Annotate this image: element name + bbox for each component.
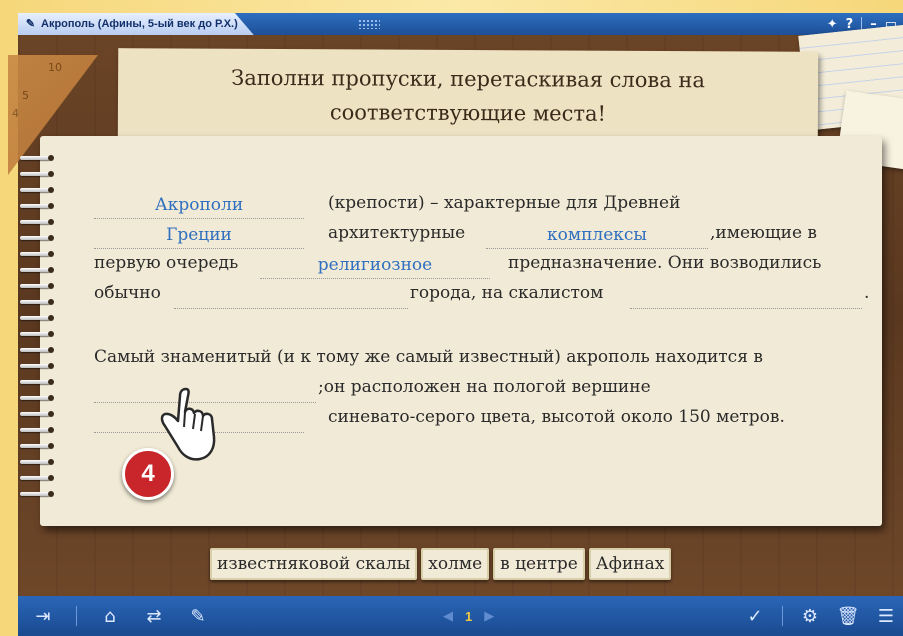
drop-slot[interactable]: [630, 282, 862, 309]
word-tile[interactable]: известняковой скалы: [210, 548, 418, 580]
spiral-ring: [20, 378, 54, 386]
step-number-badge: 4: [122, 448, 174, 500]
exit-icon[interactable]: ⇥: [32, 605, 54, 627]
spiral-ring: [20, 234, 54, 242]
spiral-ring: [20, 474, 54, 482]
ruler-mark: 5: [22, 89, 29, 102]
pager: ◀ 1 ▶: [443, 596, 494, 636]
check-icon[interactable]: ✓: [744, 605, 766, 627]
toolbar-right: ✓ ⚙ 🗑 ☰: [744, 596, 897, 636]
page-number: 1: [465, 608, 473, 624]
edit-window-icon: ✎: [25, 18, 36, 30]
drop-slot[interactable]: религиозное: [260, 252, 490, 279]
spiral-ring: [20, 314, 54, 322]
exercise-text: .: [864, 283, 870, 303]
bottom-toolbar: ⇥ ⌂ ⇄ ✎ ◀ 1 ▶ ✓ ⚙ 🗑 ☰: [18, 596, 903, 636]
word-tile[interactable]: холме: [421, 548, 490, 580]
window-title-tab: ✎ Акрополь (Афины, 5-ый век до Р.Х.): [18, 13, 254, 35]
spiral-ring: [20, 362, 54, 370]
word-bank: известняковой скалы холме в центре Афина…: [210, 548, 672, 580]
exercise-text: синевато-серого цвета, высотой около 150…: [328, 407, 785, 427]
drop-slot[interactable]: комплексы: [486, 222, 708, 249]
exercise-text: первую очередь: [94, 253, 239, 273]
toolbar-left: ⇥ ⌂ ⇄ ✎: [32, 596, 209, 636]
refresh-icon[interactable]: ⇄: [143, 605, 165, 627]
spiral-ring: [20, 410, 54, 418]
spiral-ring: [20, 490, 54, 498]
ruler-mark: 10: [48, 61, 62, 74]
next-page-icon[interactable]: ▶: [484, 608, 494, 624]
drop-slot[interactable]: [174, 282, 408, 309]
window-title: Акрополь (Афины, 5-ый век до Р.Х.): [41, 18, 238, 30]
spiral-ring: [20, 218, 54, 226]
ruler-mark: 4: [12, 107, 19, 120]
spiral-ring: [20, 282, 54, 290]
spiral-ring: [20, 458, 54, 466]
drop-slot[interactable]: Греции: [94, 222, 304, 249]
drag-grip-icon[interactable]: [358, 19, 380, 29]
spiral-ring: [20, 394, 54, 402]
spiral-ring: [20, 202, 54, 210]
notebook-spiral: [20, 154, 60, 514]
divider: [76, 606, 77, 626]
instruction-line: соответствующие места!: [329, 100, 607, 126]
settings-icon[interactable]: ⚙: [799, 605, 821, 627]
help-icon[interactable]: ?: [846, 17, 854, 32]
spiral-ring: [20, 426, 54, 434]
spiral-ring: [20, 186, 54, 194]
spiral-ring: [20, 346, 54, 354]
spiral-ring: [20, 170, 54, 178]
exercise-text: предназначение. Они возводились: [508, 253, 822, 273]
spiral-ring: [20, 442, 54, 450]
instruction-text: Заполни пропуски, перетаскивая слова на …: [118, 60, 818, 132]
exercise-text: Самый знаменитый (и к тому же самый изве…: [94, 347, 763, 367]
instruction-line: Заполни пропуски, перетаскивая слова на: [231, 65, 706, 93]
spiral-ring: [20, 250, 54, 258]
notes-icon[interactable]: ✎: [187, 605, 209, 627]
menu-icon[interactable]: ☰: [875, 605, 897, 627]
word-tile[interactable]: в центре: [493, 548, 585, 580]
exercise-text: архитектурные: [328, 223, 466, 243]
exercise-text: обычно: [94, 283, 161, 303]
spiral-ring: [20, 266, 54, 274]
trash-icon[interactable]: 🗑: [837, 605, 860, 627]
drop-slot[interactable]: Акрополи: [94, 192, 304, 219]
title-bar: ✎ Акрополь (Афины, 5-ый век до Р.Х.) ✦ ?…: [18, 13, 903, 35]
spiral-ring: [20, 330, 54, 338]
exercise-text: ;он расположен на пологой вершине: [318, 377, 651, 397]
home-icon[interactable]: ⌂: [99, 605, 121, 627]
pin-icon[interactable]: ✦: [827, 17, 838, 32]
spiral-ring: [20, 298, 54, 306]
exercise-text: (крепости) – характерные для Древней: [328, 193, 681, 213]
word-tile[interactable]: Афинах: [588, 548, 672, 580]
prev-page-icon[interactable]: ◀: [443, 608, 453, 624]
spiral-ring: [20, 154, 54, 162]
exercise-text: города, на скалистом: [410, 283, 604, 303]
exercise-text: ,имеющие в: [710, 223, 817, 243]
divider: [782, 606, 783, 626]
